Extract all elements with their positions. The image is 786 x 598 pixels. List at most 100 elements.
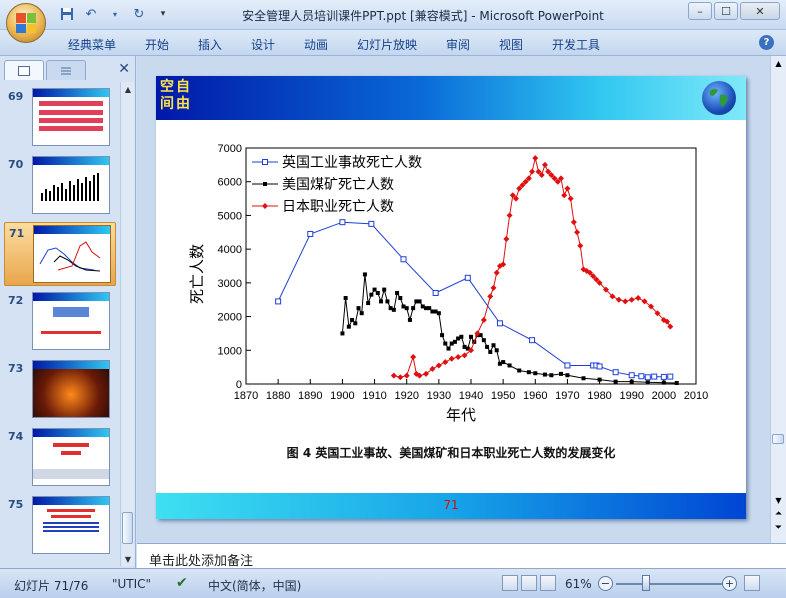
legend-marker bbox=[262, 203, 268, 209]
slides-tab[interactable] bbox=[4, 60, 44, 80]
outline-tab[interactable] bbox=[46, 60, 86, 80]
x-tick-label: 1980 bbox=[587, 390, 611, 402]
data-point bbox=[581, 376, 586, 381]
normal-view-button[interactable] bbox=[502, 575, 518, 591]
data-point bbox=[459, 334, 464, 339]
zoom-level[interactable]: 61% bbox=[565, 577, 592, 591]
x-tick-label: 1950 bbox=[491, 390, 515, 402]
tab-view[interactable]: 视图 bbox=[499, 36, 523, 53]
thumbnail-item[interactable]: 74 bbox=[4, 426, 116, 490]
data-point bbox=[644, 374, 651, 381]
data-point bbox=[674, 380, 679, 385]
slide-scrollbar[interactable]: ▲ ▼ ⏶ ⏷ bbox=[770, 56, 786, 543]
data-point bbox=[339, 219, 346, 226]
data-point bbox=[526, 370, 531, 375]
x-tick-label: 1940 bbox=[459, 390, 483, 402]
scroll-up-icon[interactable]: ▲ bbox=[121, 82, 135, 96]
data-point bbox=[533, 371, 538, 376]
tab-animation[interactable]: 动画 bbox=[304, 36, 328, 53]
thumbnail-item[interactable]: 69 bbox=[4, 86, 116, 150]
window-controls: – ☐ ✕ bbox=[688, 2, 780, 20]
thumbnail-item[interactable]: 70 bbox=[4, 154, 116, 218]
tab-home[interactable]: 开始 bbox=[145, 36, 169, 53]
maximize-button[interactable]: ☐ bbox=[714, 2, 738, 20]
scroll-down-icon[interactable]: ▼ bbox=[121, 552, 135, 566]
slideshow-view-button[interactable] bbox=[540, 575, 556, 591]
close-button[interactable]: ✕ bbox=[740, 2, 780, 20]
thumbnail-item[interactable]: 75 bbox=[4, 494, 116, 558]
slide-header-title: 空自 间由 bbox=[160, 79, 192, 113]
tab-design[interactable]: 设计 bbox=[251, 36, 275, 53]
slide-counter: 幻灯片 71/76 bbox=[14, 579, 89, 593]
data-point bbox=[661, 380, 666, 385]
data-point bbox=[488, 349, 493, 354]
data-point bbox=[567, 195, 574, 202]
data-point bbox=[629, 379, 634, 384]
notes-placeholder[interactable]: 单击此处添加备注 bbox=[149, 550, 253, 569]
tab-classic-menu[interactable]: 经典菜单 bbox=[68, 36, 116, 53]
globe-icon bbox=[702, 81, 736, 115]
scrollbar-thumb[interactable] bbox=[122, 512, 133, 544]
zoom-slider-track[interactable] bbox=[616, 583, 736, 585]
zoom-in-icon[interactable]: + bbox=[722, 576, 737, 591]
scroll-up-icon[interactable]: ▲ bbox=[771, 56, 786, 70]
spellcheck-icon[interactable]: ✔ bbox=[176, 575, 188, 591]
y-tick-label: 3000 bbox=[218, 278, 242, 290]
data-point bbox=[506, 212, 513, 219]
data-point bbox=[362, 272, 367, 277]
data-point bbox=[480, 316, 487, 323]
thumbnail-number: 74 bbox=[8, 430, 24, 443]
data-point bbox=[432, 289, 439, 296]
previous-slide-icon[interactable]: ⏶ bbox=[771, 508, 786, 520]
next-slide-icon[interactable]: ⏷ bbox=[771, 522, 786, 534]
data-point bbox=[407, 317, 412, 322]
data-point bbox=[369, 292, 374, 297]
series-line bbox=[393, 157, 671, 378]
header-line-1: 空自 bbox=[160, 79, 192, 95]
fit-to-window-icon[interactable] bbox=[744, 575, 760, 591]
help-icon[interactable]: ? bbox=[759, 35, 774, 50]
minimize-button[interactable]: – bbox=[688, 2, 712, 20]
office-button[interactable] bbox=[6, 3, 46, 43]
office-logo-icon bbox=[16, 13, 36, 33]
data-point bbox=[366, 301, 371, 306]
tab-developer[interactable]: 开发工具 bbox=[552, 36, 600, 53]
data-point bbox=[382, 287, 387, 292]
data-point bbox=[410, 354, 417, 361]
thumbnail-item-selected[interactable]: 71 bbox=[4, 222, 116, 286]
data-point bbox=[390, 372, 397, 379]
data-point bbox=[469, 334, 473, 339]
language-indicator[interactable]: 中文(简体，中国) bbox=[208, 577, 301, 594]
slide-footer-band: 71 bbox=[156, 493, 746, 519]
y-axis-label: 死亡人数 bbox=[188, 244, 206, 304]
tab-review[interactable]: 审阅 bbox=[446, 36, 470, 53]
x-tick-label: 1890 bbox=[298, 390, 322, 402]
zoom-slider-knob[interactable] bbox=[642, 575, 650, 591]
thumbnail-scrollbar[interactable]: ▲ ▼ bbox=[120, 82, 134, 566]
thumbnail-item[interactable]: 72 bbox=[4, 290, 116, 354]
current-slide[interactable]: 空自 间由 1870 1880 1890 1900 1910 1920 1930 1940 19… bbox=[156, 76, 746, 519]
thumbnail-slide bbox=[32, 292, 110, 350]
data-point bbox=[455, 354, 462, 361]
data-point bbox=[660, 373, 667, 380]
chart: 1870 1880 1890 1900 1910 1920 1930 1940 1950 1960… bbox=[180, 138, 740, 438]
tab-slideshow[interactable]: 幻灯片放映 bbox=[357, 36, 417, 53]
notes-pane[interactable]: 单击此处添加备注 bbox=[137, 543, 786, 569]
thumbnail-number: 75 bbox=[8, 498, 24, 511]
thumbnail-item[interactable]: 73 bbox=[4, 358, 116, 422]
data-point bbox=[442, 359, 449, 366]
legend-marker bbox=[262, 159, 268, 165]
status-bar: 幻灯片 71/76 "UTIC" ✔ 中文(简体，中国) 61% − + bbox=[0, 568, 786, 598]
thumbnail-slide bbox=[32, 156, 110, 214]
data-point bbox=[448, 355, 455, 362]
data-point bbox=[391, 307, 396, 312]
scrollbar-thumb[interactable] bbox=[772, 434, 784, 444]
slide-sorter-view-button[interactable] bbox=[521, 575, 537, 591]
tab-insert[interactable]: 插入 bbox=[198, 36, 222, 53]
data-point bbox=[651, 373, 658, 380]
zoom-out-icon[interactable]: − bbox=[598, 576, 613, 591]
legend-marker bbox=[263, 182, 267, 186]
close-pane-icon[interactable]: ✕ bbox=[118, 61, 130, 77]
x-tick-label: 1880 bbox=[266, 390, 290, 402]
scroll-down-icon[interactable]: ▼ bbox=[771, 494, 786, 506]
